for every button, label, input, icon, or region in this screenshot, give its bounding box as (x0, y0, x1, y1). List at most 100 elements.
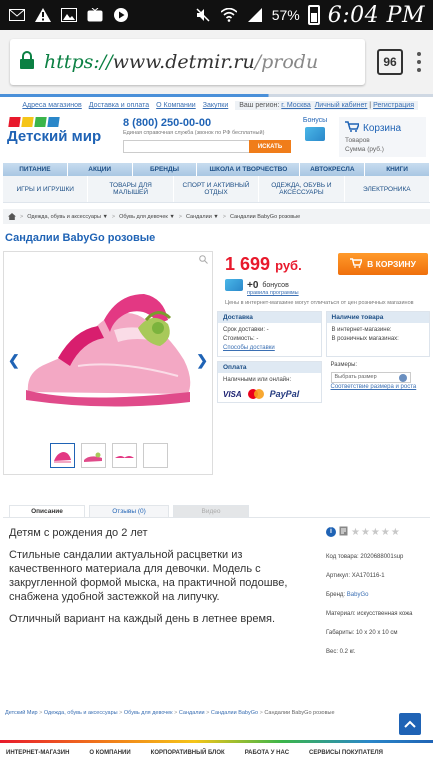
size-select[interactable]: Выбрать размер (330, 372, 411, 383)
payment-label: Наличными или онлайн: (223, 377, 292, 383)
rating-stars[interactable]: ★★★★★ (351, 527, 401, 538)
search-button[interactable]: ИСКАТЬ (249, 140, 291, 153)
tab-reviews[interactable]: Отзывы (0) (89, 505, 169, 517)
warning-icon (34, 7, 52, 23)
nav-item-brands[interactable]: Бренды (133, 163, 198, 176)
breadcrumb-item[interactable]: Сандалии (179, 710, 205, 716)
product-image (26, 294, 191, 407)
bonus-rules-link[interactable]: правила программы (217, 290, 430, 296)
spec-brand: Бренд: BabyGo (326, 586, 424, 605)
footer-link-jobs[interactable]: Работа у нас (245, 750, 289, 770)
breadcrumb-item[interactable]: Обувь для девочек (124, 710, 173, 716)
zoom-icon[interactable] (199, 255, 208, 266)
description-extra: Отличный вариант на каждый день в летнее… (9, 613, 276, 625)
spec-material: Материал: искусственная кожа (326, 611, 413, 617)
status-bar: 57% 6:04 PM (0, 0, 433, 30)
thumbnail[interactable] (81, 443, 106, 468)
availability-online: В интернет-магазине: (331, 327, 392, 333)
info-icon[interactable]: i (326, 527, 336, 537)
top-link-stores[interactable]: Адреса магазинов (22, 102, 81, 109)
bonus-card-icon (305, 127, 325, 141)
document-icon[interactable] (339, 526, 348, 538)
thumbnail[interactable] (112, 443, 137, 468)
product-info: 1 699 руб. В КОРЗИНУ +0 бонусов правила … (217, 251, 430, 475)
url-host: www.detmir.ru (112, 51, 255, 73)
chevron-down-icon (398, 373, 407, 382)
separator: | (369, 102, 372, 109)
nav-item-school[interactable]: Школа и творчество (197, 163, 301, 176)
footer-link-company[interactable]: О компании (89, 750, 130, 770)
availability-title: Наличие товара (326, 312, 429, 323)
tab-switcher-button[interactable]: 96 (377, 49, 403, 75)
nav-item-food[interactable]: Питание (3, 163, 68, 176)
bonus-amount: +0 (247, 279, 259, 291)
gallery-next-arrow-icon[interactable]: ❯ (196, 352, 208, 369)
register-link[interactable]: Регистрация (373, 102, 414, 109)
footer-link-shop[interactable]: Интернет-магазин (6, 750, 69, 770)
delivery-title: Доставка (218, 312, 321, 323)
breadcrumb-item[interactable]: Сандалии ▼ (186, 214, 219, 220)
clock: 6:04 PM (327, 2, 425, 28)
breadcrumb-separator: > (20, 213, 24, 220)
breadcrumb-separator: > (39, 710, 43, 716)
breadcrumb-separator: > (111, 213, 116, 220)
breadcrumb-item[interactable]: Сандалии BabyGo (211, 710, 258, 716)
region-label: Ваш регион: (239, 102, 280, 109)
breadcrumb-separator: > (119, 710, 123, 716)
phone-number[interactable]: 8 (800) 250-00-00 (123, 117, 291, 129)
nav-item-clothes[interactable]: Одежда, обувь и аксессуары (259, 176, 345, 202)
nav-item-books[interactable]: Книги (365, 163, 430, 176)
breadcrumb-item[interactable]: Одежда, обувь и аксессуары (44, 710, 118, 716)
size-table-link[interactable]: Соответствие размера и роста (331, 383, 426, 392)
breadcrumb-item[interactable]: Обувь для девочек ▼ (119, 214, 175, 220)
site-footer: Интернет-магазин О компании Корпоративны… (0, 740, 433, 770)
tab-description[interactable]: Описание (9, 505, 85, 517)
nav-item-carseats[interactable]: Автокресла (300, 163, 366, 176)
bonus-block[interactable]: Бонусы (297, 117, 333, 141)
thumbnail[interactable] (143, 443, 168, 468)
breadcrumb-item[interactable]: Одежда, обувь и аксессуары ▼ (27, 214, 108, 220)
spec-article: Артикул: XA170116-1 (326, 573, 385, 579)
home-icon[interactable] (8, 213, 16, 220)
cabinet-link[interactable]: Личный кабинет (315, 102, 368, 109)
spec-code: Код товара: 2020688001sup (326, 554, 404, 560)
availability-panel: Наличие товара В интернет-магазине: В ро… (325, 311, 430, 357)
bottom-breadcrumb: Детский Мир > Одежда, обувь и аксессуары… (5, 710, 335, 716)
delivery-methods-link[interactable]: Способы доставки (223, 344, 316, 353)
nav-item-electronics[interactable]: Электроника (345, 176, 431, 202)
browser-menu-icon[interactable] (415, 52, 423, 72)
breadcrumb-item[interactable]: Детский Мир (5, 710, 38, 716)
spec-size: Габариты: 10 x 20 x 10 см (326, 630, 398, 636)
availability-retail: В розничных магазинах: (331, 336, 399, 342)
breadcrumb-separator: > (222, 213, 226, 220)
region-link[interactable]: г. Москва (281, 102, 311, 109)
brand-link[interactable]: BabyGo (347, 592, 369, 598)
nav-item-sport[interactable]: Спорт и активный отдых (174, 176, 260, 202)
top-link-company[interactable]: О Компании (156, 102, 196, 109)
cart-block[interactable]: Корзина Товаров Сумма (руб.) (339, 117, 426, 157)
price-value: 1 699 (225, 253, 271, 274)
top-link-delivery[interactable]: Доставка и оплата (89, 102, 149, 109)
nav-item-baby[interactable]: Товары для малышей (88, 176, 174, 202)
payment-panel: Оплата Наличными или онлайн: VISA PayPal (217, 361, 322, 403)
top-link-purchases[interactable]: Закупки (203, 102, 229, 109)
url-text[interactable]: https://www.detmir.ru/produ (44, 51, 318, 73)
nav-item-toys[interactable]: Игры и игрушки (3, 176, 89, 202)
search-input[interactable] (123, 140, 249, 153)
logo[interactable]: Детский мир (7, 117, 115, 145)
address-bar[interactable]: https://www.detmir.ru/produ (10, 39, 365, 85)
phone-block: 8 (800) 250-00-00 Единая справочная служ… (115, 117, 291, 153)
size-select-value: Выбрать размер (334, 374, 377, 380)
delivery-cost-value: - (256, 336, 259, 342)
wifi-icon (220, 7, 238, 23)
tab-video[interactable]: Видео (173, 505, 249, 517)
thumbnail[interactable] (50, 443, 75, 468)
add-to-cart-button[interactable]: В КОРЗИНУ (338, 253, 428, 275)
delivery-panel: Доставка Срок доставки: - Стоимость: - С… (217, 311, 322, 357)
scroll-to-top-button[interactable] (399, 713, 421, 735)
nav-item-promo[interactable]: Акции (68, 163, 133, 176)
footer-link-corporate[interactable]: Корпоративный блок (151, 750, 225, 770)
search-bar: ИСКАТЬ (123, 140, 291, 153)
footer-link-services[interactable]: Сервисы покупателя (309, 750, 383, 770)
breadcrumb-current: Сандалии BabyGo розовые (264, 710, 335, 716)
